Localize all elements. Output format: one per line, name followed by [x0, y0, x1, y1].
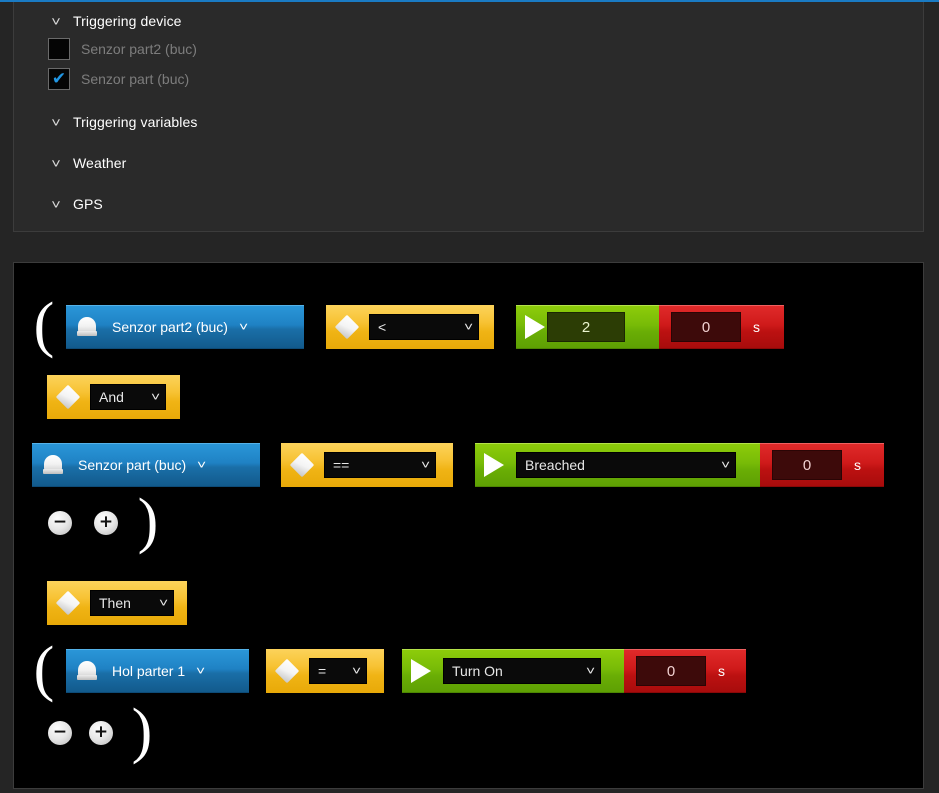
remove-action-button[interactable]: − — [48, 721, 72, 745]
connector-and-value: And — [99, 389, 124, 405]
action-block-2[interactable]: Breached ˅ — [475, 443, 760, 487]
chevron-down-icon[interactable]: ˅ — [721, 459, 730, 471]
operator-value: == — [333, 457, 350, 473]
operator-select-1[interactable]: < ˅ — [369, 314, 479, 340]
action-operator-block[interactable]: = ˅ — [266, 649, 384, 693]
chevron-down-icon[interactable]: ˅ — [197, 459, 206, 471]
filter-group-gps[interactable]: ˅ GPS — [47, 193, 923, 215]
chevron-down-icon[interactable]: ˅ — [352, 665, 361, 677]
diamond-icon — [289, 452, 315, 478]
action-device-block[interactable]: Hol parter 1 ˅ — [66, 649, 249, 693]
connector-row-then: Then ˅ — [47, 581, 187, 625]
chevron-down-icon[interactable]: ˅ — [464, 321, 473, 333]
filter-panel: ˅ Triggering device Senzor part2 (buc) ✔… — [13, 2, 924, 232]
action-command-block[interactable]: Turn On ˅ — [402, 649, 624, 693]
filter-group-triggering-device[interactable]: ˅ Triggering device — [47, 10, 923, 32]
chevron-down-icon[interactable]: ˅ — [421, 459, 430, 471]
device-label: Senzor part2 (buc) — [81, 41, 197, 57]
action-block-1[interactable]: 2 — [516, 305, 659, 349]
operator-value: < — [378, 319, 387, 335]
diamond-icon — [55, 590, 81, 616]
connector-then-block[interactable]: Then ˅ — [47, 581, 187, 625]
device-block-1[interactable]: Senzor part2 (buc) ˅ — [66, 305, 304, 349]
operator-block-2[interactable]: == ˅ — [281, 443, 453, 487]
rule-builder-panel: ( Senzor part2 (buc) ˅ < ˅ 2 0 s And ˅ S… — [13, 262, 924, 789]
condition-row-2: Senzor part (buc) ˅ == ˅ Breached ˅ 0 s — [32, 443, 884, 487]
action-value: Turn On — [452, 663, 503, 679]
device-block-2[interactable]: Senzor part (buc) ˅ — [32, 443, 260, 487]
action-row: ( Hol parter 1 ˅ = ˅ Turn On ˅ 0 s — [32, 638, 746, 700]
timer-value-input-2[interactable]: 0 — [772, 450, 842, 480]
device-checkbox-row[interactable]: ✔ Senzor part (buc) — [48, 66, 923, 92]
condition-row-1: ( Senzor part2 (buc) ˅ < ˅ 2 0 s — [32, 294, 784, 356]
add-condition-button[interactable]: + — [94, 511, 118, 535]
device-dome-icon — [76, 316, 98, 338]
chevron-down-icon[interactable]: ˅ — [151, 391, 160, 403]
checkbox-senzor-part[interactable]: ✔ — [48, 68, 70, 90]
action-timer-block[interactable]: 0 s — [624, 649, 746, 693]
operator-block-1[interactable]: < ˅ — [326, 305, 494, 349]
filter-group-triggering-variables[interactable]: ˅ Triggering variables — [47, 111, 923, 133]
add-action-button[interactable]: + — [89, 721, 113, 745]
play-icon — [525, 315, 545, 339]
check-icon: ✔ — [51, 69, 67, 88]
device-block-label: Senzor part2 (buc) — [112, 319, 228, 335]
condition-controls-row: − + ) — [48, 490, 160, 552]
device-dome-icon — [76, 660, 98, 682]
filter-group-label: Triggering variables — [73, 114, 198, 130]
operator-value: = — [318, 663, 327, 679]
chevron-down-icon[interactable]: ˅ — [159, 597, 168, 609]
timer-value-input-1[interactable]: 0 — [671, 312, 741, 342]
chevron-down-icon[interactable]: ˅ — [196, 665, 205, 677]
action-timer-input[interactable]: 0 — [636, 656, 706, 686]
action-controls-row: − + ) — [48, 700, 154, 762]
diamond-icon — [334, 314, 360, 340]
chevron-down-icon[interactable]: ˅ — [45, 116, 68, 129]
filter-group-label: GPS — [73, 196, 103, 212]
device-checkbox-row[interactable]: Senzor part2 (buc) — [48, 36, 923, 62]
connector-row-and: And ˅ — [47, 375, 180, 419]
action-value-input-1[interactable]: 2 — [547, 312, 625, 342]
diamond-icon — [274, 658, 300, 684]
device-block-label: Senzor part (buc) — [78, 457, 187, 473]
timer-block-1[interactable]: 0 s — [659, 305, 784, 349]
chevron-down-icon[interactable]: ˅ — [45, 15, 68, 28]
connector-then-select[interactable]: Then ˅ — [90, 590, 174, 616]
connector-and-select[interactable]: And ˅ — [90, 384, 166, 410]
checkbox-senzor-part2[interactable] — [48, 38, 70, 60]
chevron-down-icon[interactable]: ˅ — [45, 198, 68, 211]
filter-group-label: Weather — [73, 155, 127, 171]
device-block-label: Hol parter 1 — [112, 663, 186, 679]
timer-block-2[interactable]: 0 s — [760, 443, 884, 487]
play-icon — [484, 453, 504, 477]
device-dome-icon — [42, 454, 64, 476]
timer-unit-label: s — [854, 457, 861, 473]
device-label: Senzor part (buc) — [81, 71, 190, 87]
filter-group-label: Triggering device — [73, 13, 182, 29]
action-command-select[interactable]: Turn On ˅ — [443, 658, 601, 684]
chevron-down-icon[interactable]: ˅ — [239, 321, 248, 333]
filter-group-weather[interactable]: ˅ Weather — [47, 152, 923, 174]
timer-unit-label: s — [718, 663, 725, 679]
timer-unit-label: s — [753, 319, 760, 335]
action-select-2[interactable]: Breached ˅ — [516, 452, 736, 478]
play-icon — [411, 659, 431, 683]
connector-and-block[interactable]: And ˅ — [47, 375, 180, 419]
operator-select-2[interactable]: == ˅ — [324, 452, 436, 478]
connector-then-value: Then — [99, 595, 131, 611]
remove-condition-button[interactable]: − — [48, 511, 72, 535]
chevron-down-icon[interactable]: ˅ — [45, 157, 68, 170]
action-value: Breached — [525, 457, 585, 473]
chevron-down-icon[interactable]: ˅ — [586, 665, 595, 677]
action-operator-select[interactable]: = ˅ — [309, 658, 367, 684]
diamond-icon — [55, 384, 81, 410]
